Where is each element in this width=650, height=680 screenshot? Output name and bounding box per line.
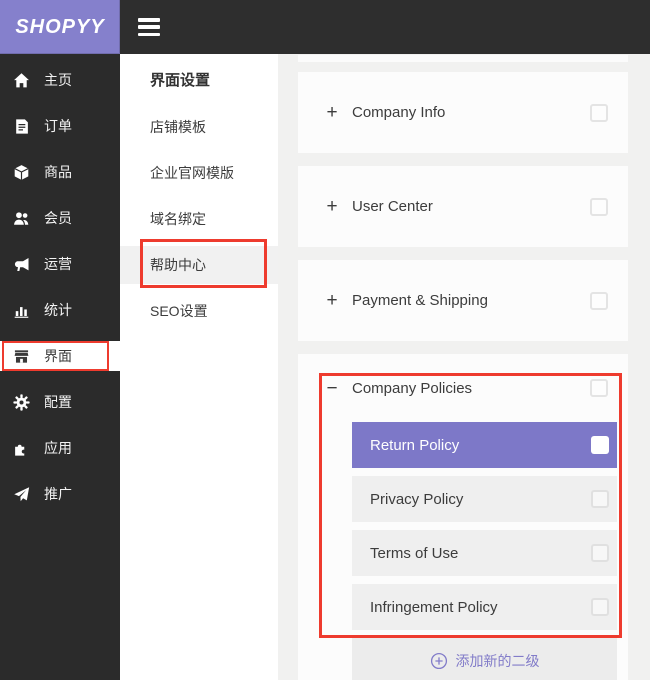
statistics-icon bbox=[12, 301, 30, 319]
subpage-label: Infringement Policy bbox=[370, 598, 498, 616]
members-icon bbox=[12, 209, 30, 227]
expand-icon[interactable]: + bbox=[325, 197, 339, 216]
sidebar-item-label: 配置 bbox=[44, 394, 72, 410]
settings-icon bbox=[12, 393, 30, 411]
submenu-item-shop-template[interactable]: 店铺模板 bbox=[120, 104, 278, 150]
panel-payment-shipping[interactable]: + Payment & Shipping bbox=[298, 260, 628, 341]
sidebar-item-label: 商品 bbox=[44, 164, 72, 180]
panel-label: Company Info bbox=[352, 104, 446, 121]
panel-checkbox[interactable] bbox=[590, 103, 608, 122]
sidebar-item-label: 运营 bbox=[44, 256, 72, 272]
sidebar-item-label: 应用 bbox=[44, 440, 72, 456]
topbar bbox=[120, 0, 650, 54]
panel-list: + Company Info + User Center + Payment &… bbox=[298, 72, 628, 680]
submenu-item-domain-binding[interactable]: 域名绑定 bbox=[120, 196, 278, 242]
interface-icon bbox=[12, 347, 30, 365]
submenu-title: 界面设置 bbox=[150, 71, 211, 89]
panel-label: Company Policies bbox=[352, 379, 473, 397]
sidebar-item-home[interactable]: 主页 bbox=[0, 57, 120, 103]
subpage-terms-of-use[interactable]: Terms of Use bbox=[352, 530, 617, 576]
subpage-checkbox[interactable] bbox=[591, 598, 609, 616]
subpage-infringement-policy[interactable]: Infringement Policy bbox=[352, 584, 617, 630]
panel-user-center[interactable]: + User Center bbox=[298, 166, 628, 247]
subpage-label: Terms of Use bbox=[370, 544, 459, 562]
add-subpage-button[interactable]: 添加新的二级 bbox=[352, 638, 617, 680]
expand-icon[interactable]: + bbox=[325, 291, 339, 310]
orders-icon bbox=[12, 117, 30, 135]
panel-checkbox[interactable] bbox=[590, 379, 608, 397]
sidebar-item-orders[interactable]: 订单 bbox=[0, 103, 120, 149]
subpage-label: Return Policy bbox=[370, 436, 460, 454]
submenu-item-help-center[interactable]: 帮助中心 bbox=[120, 246, 278, 284]
sidebar-item-settings[interactable]: 配置 bbox=[0, 379, 120, 425]
panel-checkbox[interactable] bbox=[590, 291, 608, 310]
sidebar-item-label: 会员 bbox=[44, 210, 72, 226]
expand-icon[interactable]: + bbox=[325, 103, 339, 122]
submenu-item-corporate-site-template[interactable]: 企业官网模版 bbox=[120, 150, 278, 196]
panel-company-info[interactable]: + Company Info bbox=[298, 72, 628, 153]
main-content: + Company Info + User Center + Payment &… bbox=[278, 54, 650, 680]
subpage-checkbox[interactable] bbox=[591, 544, 609, 562]
sidebar-item-label: 统计 bbox=[44, 302, 72, 318]
sidebar-item-label: 推广 bbox=[44, 486, 72, 502]
logo: SHOPYY bbox=[0, 0, 120, 54]
marketing-icon bbox=[12, 255, 30, 273]
sidebar-item-label: 主页 bbox=[44, 72, 72, 88]
sidebar-item-members[interactable]: 会员 bbox=[0, 195, 120, 241]
subpage-privacy-policy[interactable]: Privacy Policy bbox=[352, 476, 617, 522]
promotion-icon bbox=[12, 485, 30, 503]
interface-submenu: 界面设置 店铺模板 企业官网模版 域名绑定 帮助中心 SEO设置 bbox=[120, 54, 278, 680]
sidebar-item-products[interactable]: 商品 bbox=[0, 149, 120, 195]
subpage-return-policy[interactable]: Return Policy bbox=[352, 422, 617, 468]
sidebar-item-statistics[interactable]: 统计 bbox=[0, 287, 120, 333]
sidebar-item-label: 订单 bbox=[44, 118, 72, 134]
panel-company-policies: − Company Policies Return Policy Privacy… bbox=[298, 354, 628, 680]
home-icon bbox=[12, 71, 30, 89]
collapse-icon[interactable]: − bbox=[325, 379, 339, 398]
panel-checkbox[interactable] bbox=[590, 197, 608, 216]
products-icon bbox=[12, 163, 30, 181]
subpage-checkbox[interactable] bbox=[591, 436, 609, 454]
sidebar-nav: 主页 订单 商品 会员 运营 统计 界面 配置 应用 推广 bbox=[0, 54, 120, 680]
subpage-label: Privacy Policy bbox=[370, 490, 464, 508]
panel-company-policies-header[interactable]: − Company Policies bbox=[298, 354, 628, 422]
sidebar-item-marketing[interactable]: 运营 bbox=[0, 241, 120, 287]
panel-label: User Center bbox=[352, 198, 433, 215]
sidebar-item-interface[interactable]: 界面 bbox=[0, 341, 120, 371]
partial-card-top bbox=[298, 55, 628, 62]
sidebar-item-promotion[interactable]: 推广 bbox=[0, 471, 120, 517]
submenu-item-seo-settings[interactable]: SEO设置 bbox=[120, 288, 278, 334]
panel-label: Payment & Shipping bbox=[352, 292, 488, 309]
apps-icon bbox=[12, 439, 30, 457]
sidebar-item-label: 界面 bbox=[44, 348, 72, 364]
subpage-checkbox[interactable] bbox=[591, 490, 609, 508]
sidebar-item-apps[interactable]: 应用 bbox=[0, 425, 120, 471]
hamburger-menu-icon[interactable] bbox=[138, 18, 160, 36]
add-subpage-label: 添加新的二级 bbox=[455, 653, 540, 669]
logo-text: SHOPYY bbox=[15, 15, 105, 38]
circle-plus-icon bbox=[430, 652, 448, 670]
app-window: SHOPYY 主页 订单 商品 会员 运营 统计 界面 配置 应用 推广 界面设… bbox=[0, 0, 650, 680]
